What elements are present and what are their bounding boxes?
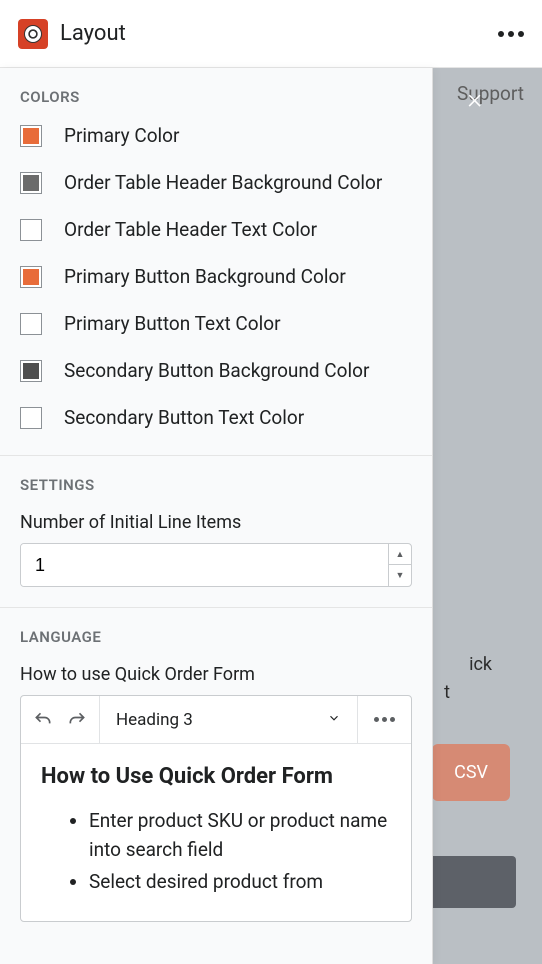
close-icon[interactable]: × [467, 82, 482, 115]
line-items-input-wrapper: ▲ ▼ [20, 543, 412, 587]
list-item: Select desired product from [89, 868, 391, 897]
format-select-label: Heading 3 [116, 710, 193, 730]
app-icon [18, 19, 48, 49]
section-heading-language: LANGUAGE [20, 628, 412, 646]
settings-section: SETTINGS Number of Initial Line Items ▲ … [0, 456, 432, 608]
spinner-down-button[interactable]: ▼ [389, 565, 411, 586]
content-list: Enter product SKU or product name into s… [41, 807, 391, 897]
color-swatch [20, 219, 42, 241]
editor-toolbar: Heading 3 [21, 696, 411, 744]
language-section: LANGUAGE How to use Quick Order Form Hea… [0, 608, 432, 942]
color-label: Primary Button Text Color [64, 312, 281, 335]
color-swatch [20, 172, 42, 194]
page-title: Layout [60, 21, 126, 46]
more-options-button[interactable] [498, 31, 524, 37]
backdrop-text: t [444, 682, 450, 703]
line-items-input[interactable] [21, 544, 388, 586]
redo-button[interactable] [67, 710, 87, 730]
color-swatch [20, 313, 42, 335]
rich-text-editor: Heading 3 How to Use Quick Order Form En… [20, 695, 412, 922]
section-heading-colors: COLORS [20, 88, 412, 106]
color-row[interactable]: Order Table Header Background Color [20, 171, 412, 194]
editor-content[interactable]: How to Use Quick Order Form Enter produc… [21, 744, 411, 921]
color-row[interactable]: Primary Button Text Color [20, 312, 412, 335]
color-row[interactable]: Secondary Button Text Color [20, 406, 412, 429]
line-items-label: Number of Initial Line Items [20, 512, 412, 533]
color-swatch [20, 125, 42, 147]
color-row[interactable]: Order Table Header Text Color [20, 218, 412, 241]
list-item: Enter product SKU or product name into s… [89, 807, 391, 864]
color-row[interactable]: Primary Button Background Color [20, 265, 412, 288]
undo-icon [33, 710, 53, 730]
number-spinner: ▲ ▼ [388, 544, 411, 586]
color-label: Secondary Button Text Color [64, 406, 304, 429]
format-select[interactable]: Heading 3 [100, 696, 358, 743]
chevron-down-icon [327, 710, 341, 730]
color-swatch [20, 407, 42, 429]
color-row[interactable]: Primary Color [20, 124, 412, 147]
section-heading-settings: SETTINGS [20, 476, 412, 494]
color-row[interactable]: Secondary Button Background Color [20, 359, 412, 382]
topbar-left: Layout [18, 19, 126, 49]
color-label: Secondary Button Background Color [64, 359, 369, 382]
colors-section: COLORS Primary Color Order Table Header B… [0, 68, 432, 456]
color-label: Primary Color [64, 124, 179, 147]
top-bar: Layout [0, 0, 542, 68]
redo-icon [67, 710, 87, 730]
editor-more-button[interactable] [358, 717, 411, 722]
color-swatch [20, 266, 42, 288]
csv-button[interactable]: CSV [432, 744, 510, 801]
color-label: Order Table Header Text Color [64, 218, 317, 241]
content-heading: How to Use Quick Order Form [41, 764, 391, 789]
color-swatch [20, 360, 42, 382]
color-label: Order Table Header Background Color [64, 171, 382, 194]
spinner-up-button[interactable]: ▲ [389, 544, 411, 565]
color-label: Primary Button Background Color [64, 265, 346, 288]
undo-button[interactable] [33, 710, 53, 730]
backdrop-text: ick [469, 654, 492, 675]
howto-label: How to use Quick Order Form [20, 664, 412, 685]
settings-sidebar: COLORS Primary Color Order Table Header B… [0, 68, 433, 964]
